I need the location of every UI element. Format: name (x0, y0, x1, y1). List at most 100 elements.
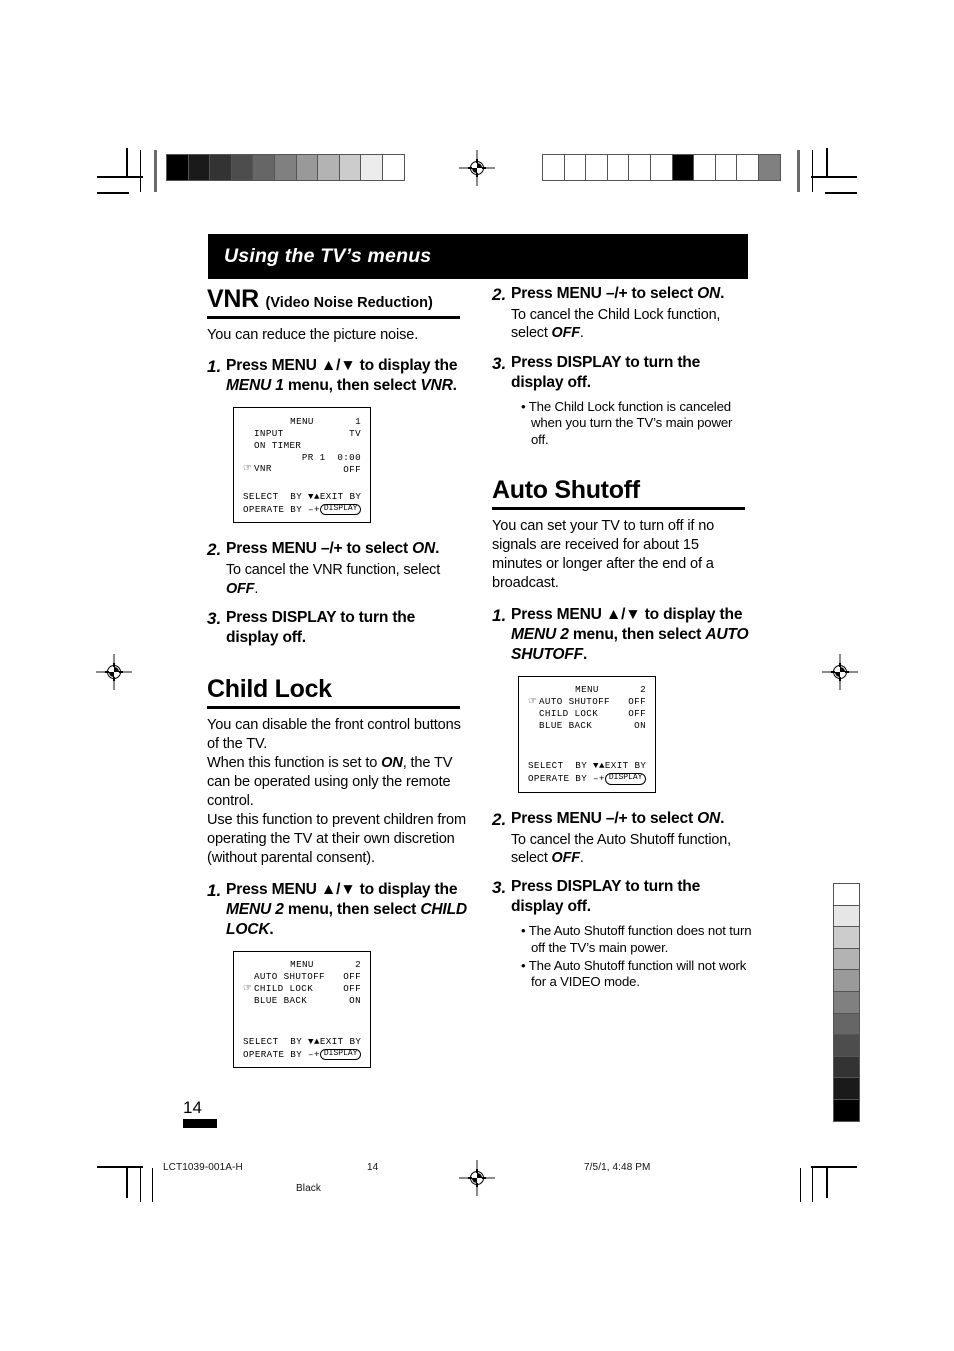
step-subtext: To cancel the Auto Shutoff function, sel… (511, 831, 752, 868)
step-sub-part: To cancel the Auto Shutoff function, sel… (511, 831, 731, 866)
osd-row: ON TIMER (243, 439, 361, 451)
menu-updown-arrows-icon: ▲/▼ (605, 605, 641, 623)
osd-title-number: 2 (355, 959, 361, 971)
step-number: 1. (207, 357, 222, 377)
osd-menu-1: MENU 1 INPUT TV ON TIMER PR 1 0:00 ☞ VNR … (233, 407, 371, 524)
step-lead-part: to display the (355, 357, 458, 375)
vnr-heading: VNR (Video Noise Reduction) (207, 286, 467, 312)
step-lead-part: menu, then select (568, 625, 706, 643)
osd-select-hint: SELECT BY ▼▲ (243, 491, 320, 503)
vnr-step-1: 1. Press MENU ▲/▼ to display the MENU 1 … (207, 356, 467, 396)
osd-row-key: CHILD LOCK (254, 982, 314, 994)
auto-shutoff-heading: Auto Shutoff (492, 475, 640, 504)
child-lock-step-1: 1. Press MENU ▲/▼ to display the MENU 2 … (207, 880, 467, 940)
osd-display-button[interactable]: DISPLAY (319, 503, 362, 516)
osd-row: PR 1 0:00 (243, 451, 361, 463)
left-column: VNR (Video Noise Reduction) You can redu… (207, 286, 467, 1068)
osd-row-value: OFF (628, 695, 646, 707)
vnr-heading-sub: (Video Noise Reduction) (265, 295, 433, 311)
osd-title: MENU (575, 683, 599, 695)
auto-shutoff-step-3: 3. Press DISPLAY to turn the display off… (492, 877, 752, 991)
step-lead: Press MENU –/+ to select ON. (511, 284, 752, 304)
step-lead: Press MENU ▲/▼ to display the MENU 2 men… (511, 605, 752, 665)
step-sub-part: To cancel the VNR function, select (226, 562, 441, 579)
vnr-step-2: 2. Press MENU –/+ to select ON. To cance… (207, 539, 467, 598)
step-subtext: To cancel the Child Lock function, selec… (511, 306, 752, 343)
osd-menu-2-child-lock: MENU 2 AUTO SHUTOFF OFF ☞ CHILD LOCK OFF … (233, 950, 371, 1068)
step-sub-emphasis: OFF (551, 849, 580, 866)
osd-exit-hint: EXIT BY (319, 1035, 362, 1047)
auto-shutoff-notes: The Auto Shutoff function does not turn … (511, 923, 752, 991)
osd-display-button[interactable]: DISPLAY (604, 773, 647, 785)
auto-shutoff-rule (492, 506, 745, 510)
step-number: 2. (492, 809, 507, 829)
osd-display-button[interactable]: DISPLAY (319, 1048, 362, 1060)
step-lead-emphasis: MENU 2 (226, 900, 284, 918)
step-lead-part: . (720, 285, 725, 302)
osd-row: ☞ AUTO SHUTOFF OFF (528, 696, 646, 708)
osd-row-value: ON (349, 995, 361, 1007)
intro-emphasis: ON (381, 755, 403, 772)
page-number: 14 (183, 1099, 217, 1128)
osd-row-key: VNR (254, 463, 272, 475)
step-number: 3. (207, 608, 222, 628)
step-lead-emphasis: ON (412, 540, 436, 558)
osd-footer: SELECT BY ▼▲ EXIT BY OPERATE BY –+ DISPL… (528, 760, 647, 786)
osd-row-key: AUTO SHUTOFF (539, 695, 610, 707)
child-lock-notes: The Child Lock function is canceled when… (511, 399, 752, 449)
step-lead-emphasis: ON (697, 285, 721, 302)
step-lead-part: Press MENU (226, 357, 321, 375)
osd-cursor-icon: ☞ (243, 982, 253, 994)
step-lead-part: . (582, 645, 588, 663)
osd-row-key: CHILD LOCK (539, 707, 599, 719)
osd-select-hint: SELECT BY ▼▲ (243, 1035, 320, 1047)
osd-title: MENU (290, 959, 314, 971)
step-lead-part: . (720, 809, 725, 827)
step-lead: Press DISPLAY to turn the display off. (226, 608, 416, 646)
note-item: The Auto Shutoff function does not turn … (521, 923, 752, 956)
step-sub-part: . (579, 849, 584, 866)
osd-row-value: ON (634, 719, 646, 731)
menu-updown-arrows-icon: ▲/▼ (320, 357, 356, 375)
step-lead-part: Press MENU (511, 605, 606, 623)
osd-row-value: TV (349, 427, 361, 439)
osd-operate-hint: OPERATE BY –+ (243, 504, 320, 516)
note-item: The Child Lock function is canceled when… (521, 399, 752, 449)
osd-cursor-icon: ☞ (243, 463, 253, 475)
step-lead: Press MENU ▲/▼ to display the MENU 1 men… (226, 356, 467, 396)
osd-footer: SELECT BY ▼▲ EXIT BY OPERATE BY –+ DISPL… (243, 1035, 362, 1061)
osd-row: ☞ VNR OFF (243, 463, 361, 475)
intro-part: When this function is set to (207, 755, 382, 772)
osd-exit-hint: EXIT BY (319, 491, 362, 503)
step-lead-part: . (269, 920, 274, 938)
step-sub-part: . (579, 325, 584, 342)
osd-footer: SELECT BY ▼▲ EXIT BY OPERATE BY –+ DISPL… (243, 490, 362, 516)
step-lead: Press DISPLAY to turn the display off. (511, 353, 701, 391)
osd-row-key: AUTO SHUTOFF (254, 971, 325, 983)
osd-row-value: OFF (343, 971, 361, 983)
step-lead-emphasis: MENU 1 (226, 377, 284, 395)
step-lead-part: Press MENU –/+ to select (511, 809, 698, 827)
osd-spacer (243, 475, 361, 488)
osd-row: AUTO SHUTOFF OFF (243, 971, 361, 983)
osd-row-value: OFF (628, 707, 646, 719)
page-number-value: 14 (183, 1098, 202, 1117)
auto-shutoff-step-1: 1. Press MENU ▲/▼ to display the MENU 2 … (492, 605, 752, 665)
osd-row-key: BLUE BACK (539, 719, 593, 731)
osd-operate-hint: OPERATE BY –+ (528, 773, 605, 785)
osd-select-hint: SELECT BY ▼▲ (528, 760, 605, 772)
child-lock-step-3: 3. Press DISPLAY to turn the display off… (492, 353, 752, 450)
auto-shutoff-intro: You can set your TV to turn off if no si… (492, 517, 715, 591)
footer-plate: Black (296, 1183, 321, 1194)
step-number: 2. (207, 540, 222, 560)
step-lead-part: Press MENU –/+ to select (511, 285, 698, 302)
osd-row-key: ON TIMER (254, 439, 302, 451)
vnr-rule (207, 316, 460, 320)
footer-timestamp: 7/5/1, 4:48 PM (584, 1162, 651, 1173)
step-lead: Press DISPLAY to turn the display off. (511, 878, 701, 916)
osd-title: MENU (290, 415, 314, 427)
osd-row-key: BLUE BACK (254, 995, 308, 1007)
osd-row-value: OFF (343, 463, 361, 475)
child-lock-step-2: 2. Press MENU –/+ to select ON. To cance… (492, 284, 752, 343)
child-lock-intro-3: Use this function to prevent children fr… (207, 811, 466, 866)
